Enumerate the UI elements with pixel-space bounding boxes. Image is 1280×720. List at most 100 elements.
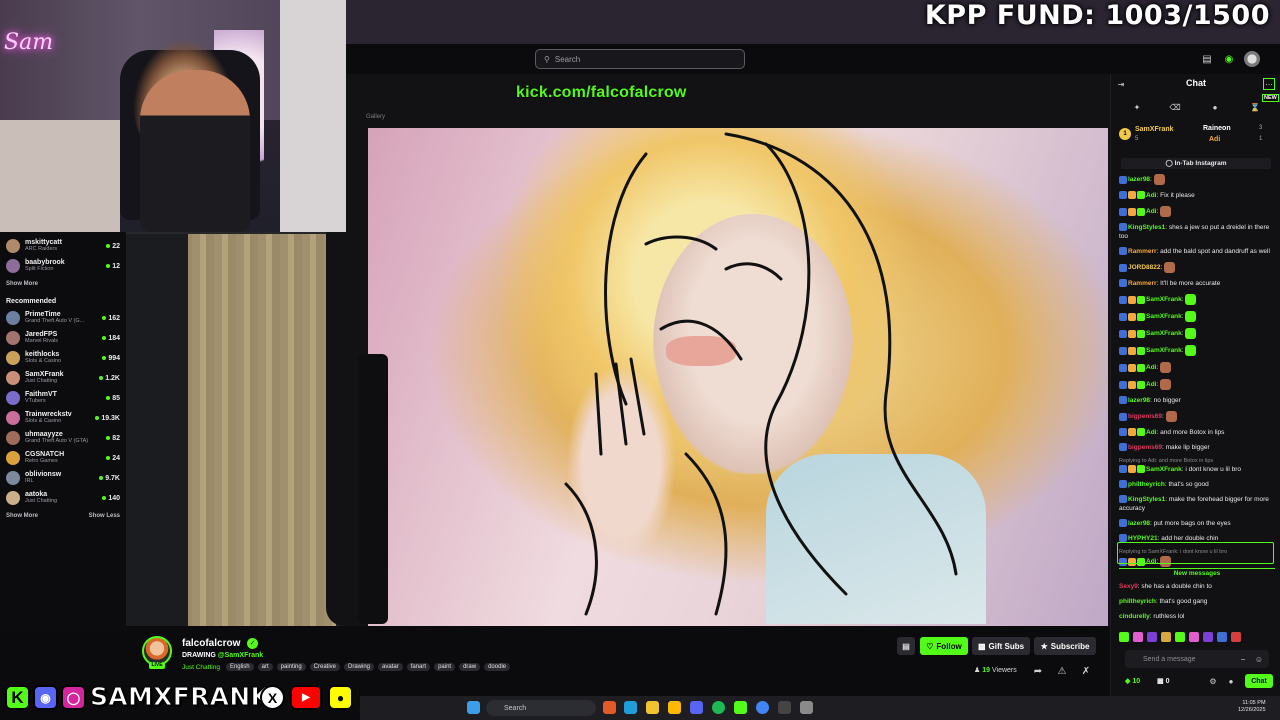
chat-message[interactable]: philtheyrich: that's so good (1119, 480, 1275, 489)
streamer-name[interactable]: falcofalcrow (182, 638, 240, 649)
chat-username[interactable]: bigpenis69 (1128, 444, 1162, 451)
taskbar-search[interactable]: Search (486, 700, 596, 716)
chrome-icon[interactable] (646, 701, 659, 714)
pin-icon[interactable]: ✦ (1131, 101, 1143, 113)
emoji-icon[interactable]: ☺ (1253, 653, 1265, 665)
chat-message[interactable]: Adi: (1119, 379, 1275, 390)
chat-message[interactable]: lazer98: no bigger (1119, 396, 1275, 405)
emote-icon[interactable] (1161, 632, 1171, 642)
chat-message[interactable]: JORD8822: (1119, 262, 1275, 273)
chat-username[interactable]: bigpenis69 (1128, 413, 1162, 420)
emote-icon[interactable] (1175, 632, 1185, 642)
sidebar-channel-baabybrook[interactable]: baabybrook Split Fiction 12 (6, 256, 126, 276)
sidebar-channel-primetime[interactable]: PrimeTime Grand Theft Auto V (G... 162 (6, 308, 126, 328)
gift-count-display[interactable]: ▩ 0 (1157, 677, 1169, 685)
chat-username[interactable]: Adi (1146, 208, 1156, 215)
emote-icon[interactable] (1203, 632, 1213, 642)
clip-button[interactable]: ▤ (897, 637, 915, 655)
tag-avatar[interactable]: avatar (378, 663, 403, 671)
chat-message[interactable]: bigpenis69: (1119, 411, 1275, 422)
chat-username[interactable]: Adi (1146, 192, 1156, 199)
share-icon[interactable]: ➦ (1031, 664, 1045, 678)
tag-art[interactable]: art (257, 663, 273, 671)
chat-bubble-icon[interactable]: ● (1209, 101, 1221, 113)
show-more-recommended[interactable]: Show More (6, 513, 38, 519)
tag-doodle[interactable]: doodle (484, 663, 511, 671)
chat-message[interactable]: Adi: Fix it please (1119, 191, 1275, 200)
chat-message[interactable]: bigpenis69: make lip bigger (1119, 443, 1275, 452)
chat-username[interactable]: lazer98 (1128, 176, 1150, 183)
follow-button[interactable]: ♡ Follow (920, 637, 968, 655)
chat-message[interactable]: KingStyles1: make the forehead bigger fo… (1119, 495, 1275, 513)
chat-username[interactable]: Adi (1146, 364, 1156, 371)
chat-message[interactable]: philtheyrich: that's good gang (1119, 597, 1275, 606)
chat-username[interactable]: JORD8822 (1128, 264, 1161, 271)
tag-creative[interactable]: Creative (309, 663, 341, 671)
more-options-icon[interactable]: ⋯ (1263, 78, 1275, 90)
tag-english[interactable]: English (225, 663, 254, 671)
kick-logo-icon[interactable]: ◉ (1222, 52, 1236, 66)
trash-icon[interactable]: ⌫ (1169, 101, 1181, 113)
pinned-message[interactable]: ◯ In-Tab Instagram (1121, 158, 1271, 169)
emote-icon[interactable] (1119, 632, 1129, 642)
chat-username[interactable]: philtheyrich (1128, 481, 1165, 488)
chat-username[interactable]: Adi (1146, 429, 1156, 436)
emote-icon[interactable] (1147, 632, 1157, 642)
tag-painting[interactable]: painting (276, 663, 306, 671)
chat-username[interactable]: SamXFrank (1146, 296, 1182, 303)
user-avatar[interactable] (1244, 51, 1260, 67)
timer-icon[interactable]: ⌛ (1249, 101, 1261, 113)
emote-icon[interactable] (1189, 632, 1199, 642)
chat-message[interactable]: Adi: (1119, 206, 1275, 217)
chat-message[interactable]: SamXFrank: (1119, 328, 1275, 339)
sidebar-channel-jaredfps[interactable]: JaredFPS Marvel Rivals 184 (6, 328, 126, 348)
app-icon[interactable] (603, 701, 616, 714)
chat-message[interactable]: lazer98: put more bags on the eyes (1119, 519, 1275, 528)
search-input[interactable]: ⚲ Search (535, 49, 745, 69)
show-less-button[interactable]: Show Less (89, 513, 120, 519)
chat-message[interactable]: lazer98: (1119, 174, 1275, 185)
gift-subs-button[interactable]: ▩ Gift Subs (972, 637, 1030, 655)
chat-message[interactable]: Sexy9: she has a double chin to (1119, 582, 1275, 591)
edge-icon[interactable] (624, 701, 637, 714)
chat-username[interactable]: lazer98 (1128, 397, 1150, 404)
obs-icon[interactable] (778, 701, 791, 714)
tag-paint[interactable]: paint (434, 663, 456, 671)
settings-icon[interactable] (800, 701, 813, 714)
chat-message[interactable]: KingStyles1: shes a jew so put a dreidel… (1119, 223, 1275, 241)
chrome-active-icon[interactable] (756, 701, 769, 714)
chat-settings-icon[interactable]: ⚙ (1207, 675, 1219, 687)
chat-username[interactable]: SamXFrank (1146, 313, 1182, 320)
taskbar-clock[interactable]: 11:05 PM 12/26/2025 (1238, 700, 1266, 714)
sidebar-channel-oblivionsw[interactable]: oblivionsw IRL 9.7K (6, 468, 126, 488)
discord-taskbar-icon[interactable] (690, 701, 703, 714)
chat-username[interactable]: SamXFrank (1146, 330, 1182, 337)
chat-username[interactable]: HYPHY21 (1128, 535, 1158, 542)
tag-drawing[interactable]: Drawing (344, 663, 375, 671)
chat-username[interactable]: cindurelly (1119, 613, 1150, 620)
stream-title-mention[interactable]: @SamXFrank (218, 652, 263, 659)
tag-draw[interactable]: draw (459, 663, 481, 671)
chat-username[interactable]: SamXFrank (1146, 466, 1182, 473)
tag-fanart[interactable]: fanart (406, 663, 431, 671)
chat-username[interactable]: Adi (1146, 381, 1156, 388)
chat-username[interactable]: SamXFrank (1146, 347, 1182, 354)
chat-username[interactable]: Rammerr (1128, 280, 1157, 287)
stream-category[interactable]: Just Chatting (182, 664, 220, 671)
chat-username[interactable]: KingStyles1 (1128, 496, 1165, 503)
chat-message[interactable]: SamXFrank: (1119, 294, 1275, 305)
new-messages-divider[interactable]: New messages (1119, 568, 1275, 578)
emote-icon[interactable] (1231, 632, 1241, 642)
chat-username[interactable]: Sexy9 (1119, 583, 1138, 590)
mute-icon[interactable]: ✗ (1079, 664, 1093, 678)
sidebar-channel-uhmaayyze[interactable]: uhmaayyze Grand Theft Auto V (GTA) 82 (6, 428, 126, 448)
chat-username[interactable]: lazer98 (1128, 520, 1150, 527)
emote-icon[interactable] (1217, 632, 1227, 642)
sidebar-channel-trainwreckstv[interactable]: Trainwreckstv Slots & Casino 19.3K (6, 408, 126, 428)
show-more-following[interactable]: Show More (6, 276, 126, 292)
chat-message[interactable]: SamXFrank: (1119, 345, 1275, 356)
chat-username[interactable]: KingStyles1 (1128, 224, 1165, 231)
explorer-icon[interactable] (668, 701, 681, 714)
chat-message[interactable]: Rammerr: add the bald spot and dandruff … (1119, 247, 1275, 256)
sidebar-channel-cgsnatch[interactable]: CGSNATCH Retro Games 24 (6, 448, 126, 468)
